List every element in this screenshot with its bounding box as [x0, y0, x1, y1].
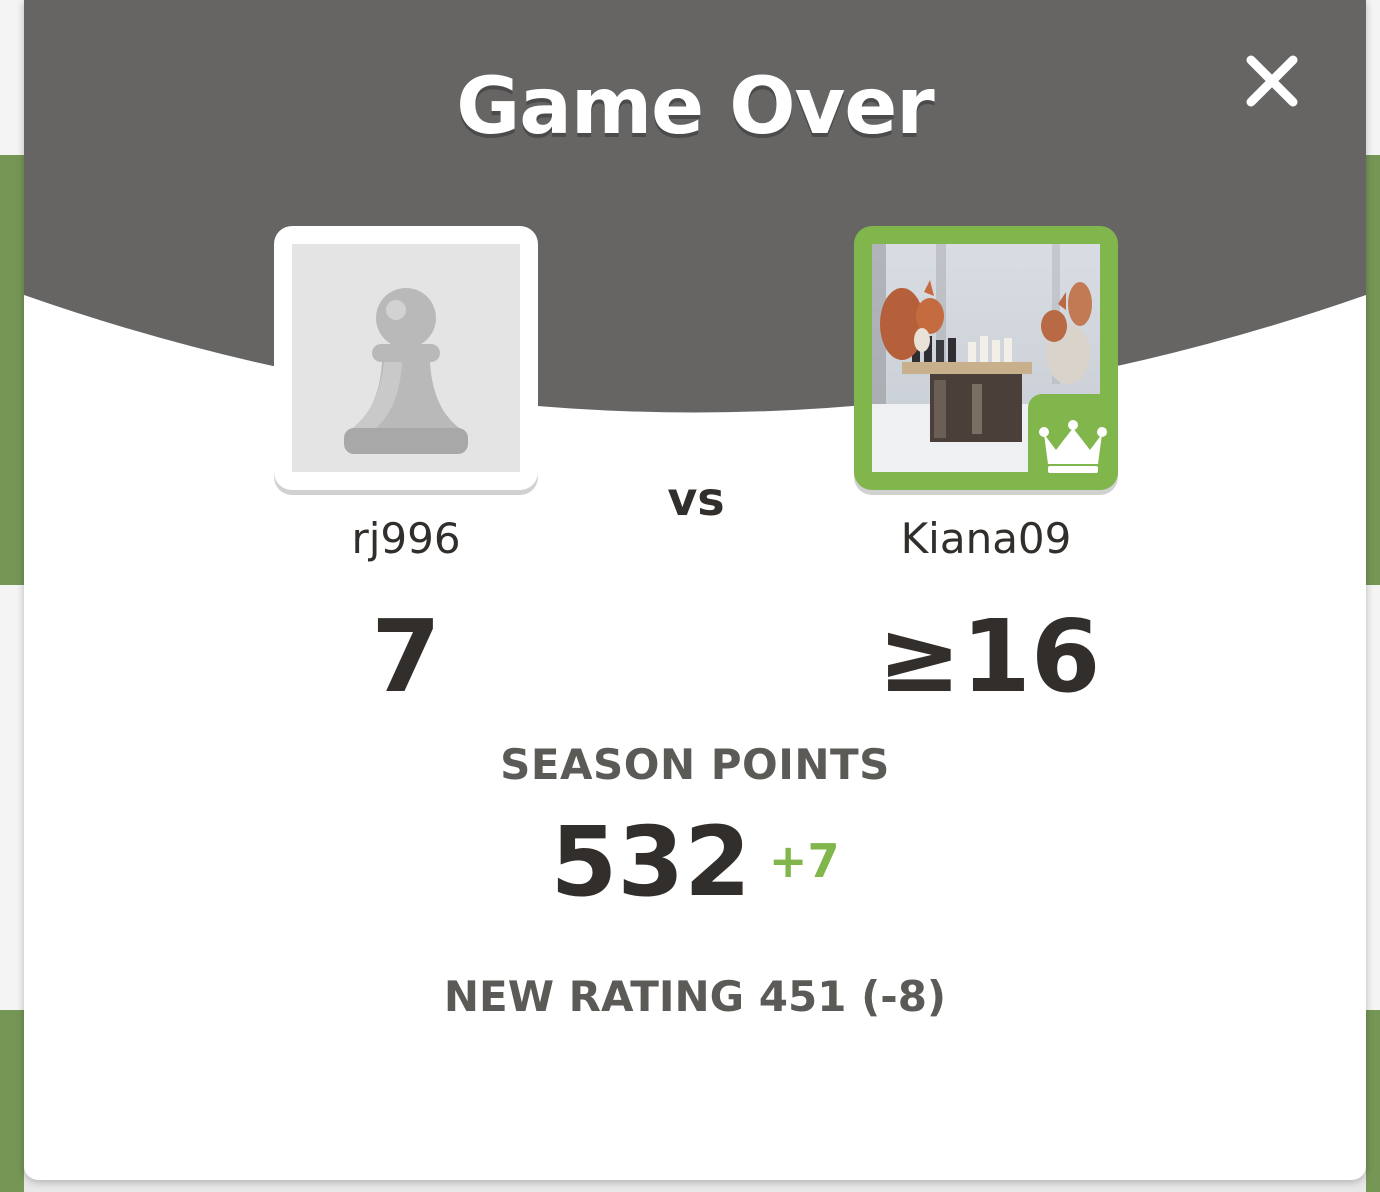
player-avatar-right[interactable] [854, 226, 1118, 490]
player-name-left: rj996 [351, 514, 461, 563]
new-rating-text: NEW RATING 451 (-8) [443, 972, 947, 1021]
modal-title: Game Over [456, 62, 935, 152]
season-points-row: 532 +7 [24, 806, 1366, 918]
player-score-right: ≥16 [877, 598, 1101, 715]
board-background-right [1366, 0, 1380, 1192]
season-points-delta: +7 [768, 834, 840, 888]
close-button[interactable] [1239, 48, 1305, 114]
close-icon [1246, 55, 1298, 107]
pawn-icon [344, 288, 468, 454]
game-over-modal: Game Over rj996 Kiana09 vs 7 ≥16 SEASON … [24, 0, 1366, 1180]
board-background-left [0, 0, 24, 1192]
player-avatar-left[interactable] [274, 226, 538, 490]
season-points-value: 532 [550, 806, 751, 918]
vs-label: vs [667, 472, 725, 526]
player-score-left: 7 [371, 598, 441, 715]
premium-badge [1028, 394, 1118, 490]
player-name-right: Kiana09 [900, 514, 1072, 563]
season-points-label: SEASON POINTS [500, 740, 890, 789]
crown-icon [1039, 420, 1107, 473]
